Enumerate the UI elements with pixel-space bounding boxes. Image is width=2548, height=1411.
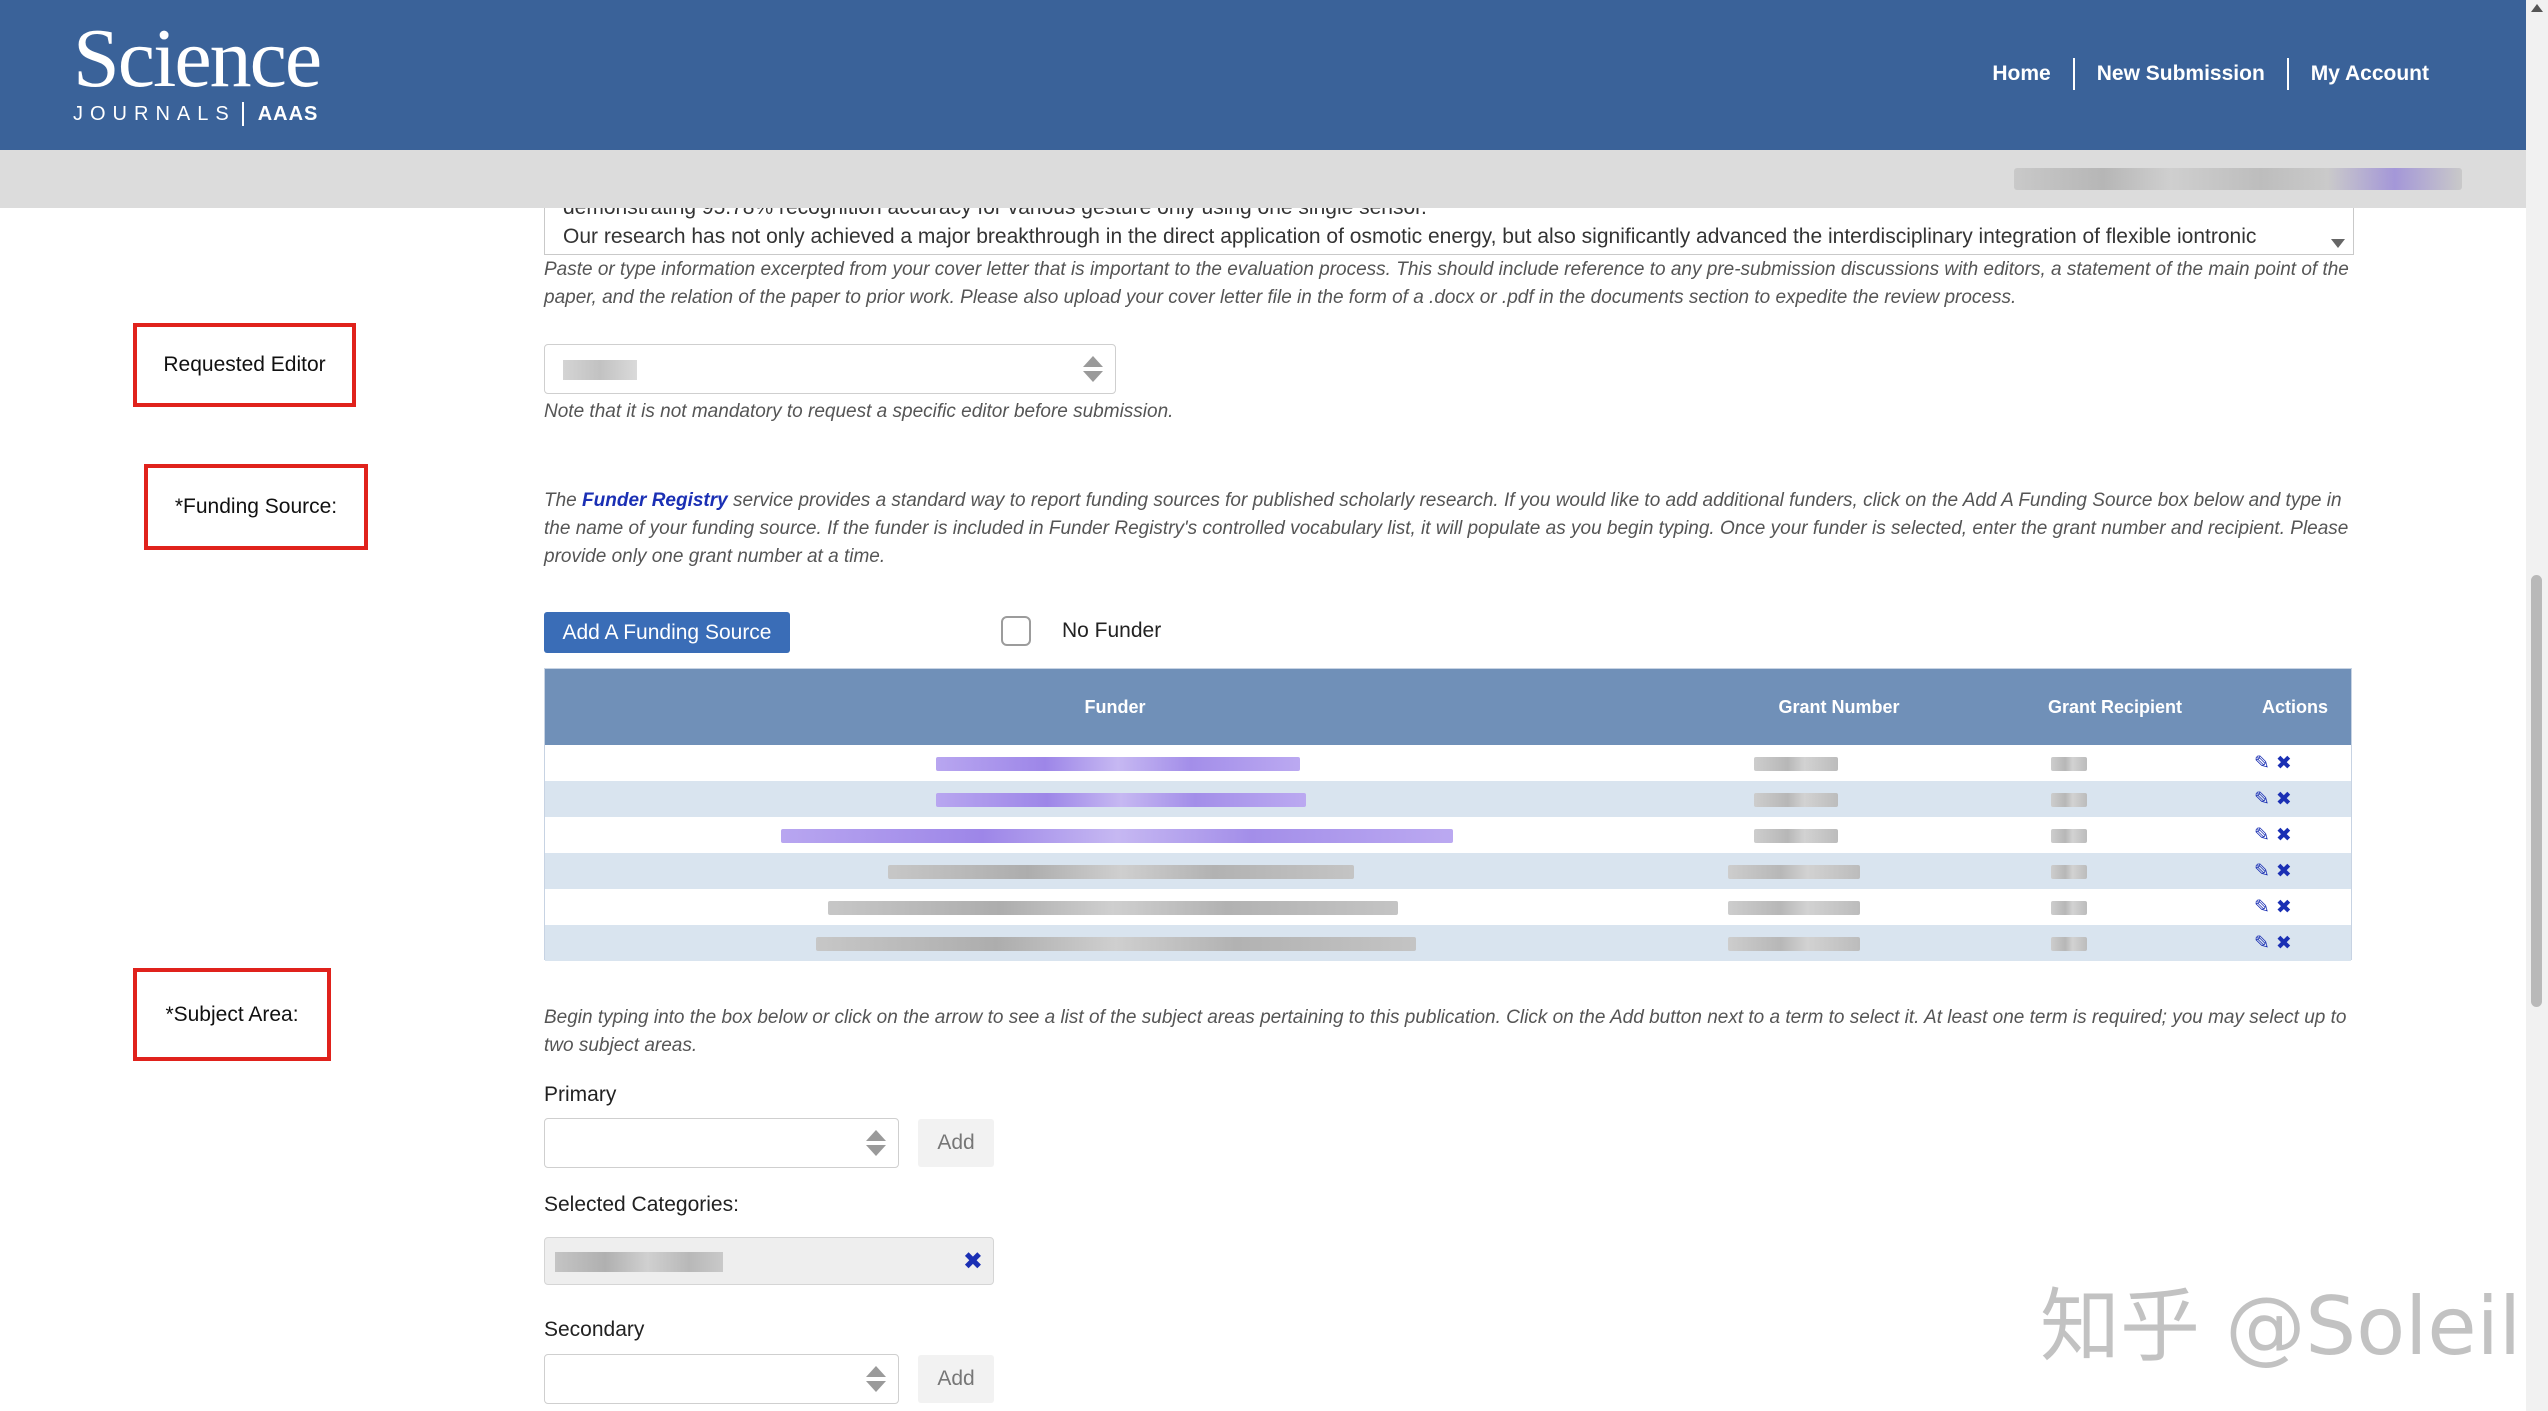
edit-icon[interactable]: ✎ [2254,862,2270,881]
redacted-funder-name[interactable] [781,829,1453,843]
logo-subtitle: JOURNALS AAAS [73,102,320,126]
scroll-up-arrow-icon[interactable] [2531,4,2543,12]
redacted-grant-recipient [2051,793,2087,807]
col-grant-recipient: Grant Recipient [2047,696,2183,717]
delete-x-icon[interactable]: ✖ [2276,898,2292,917]
funding-table-row: ✎ ✖ [545,889,2351,925]
col-grant-number: Grant Number [1778,696,1900,717]
redacted-grant-number [1754,793,1838,807]
redacted-grant-number [1754,757,1838,771]
subject-area-label: *Subject Area: [133,968,331,1061]
edit-icon[interactable]: ✎ [2254,934,2270,953]
redacted-user-info [2014,168,2462,190]
row-actions: ✎ ✖ [2254,925,2292,961]
logo-journals-text: JOURNALS [73,102,236,125]
selected-categories-label: Selected Categories: [544,1193,739,1216]
funding-source-label: *Funding Source: [144,464,368,550]
row-actions: ✎ ✖ [2254,853,2292,889]
col-funder: Funder [1084,696,1146,717]
edit-icon[interactable]: ✎ [2254,790,2270,809]
row-actions: ✎ ✖ [2254,817,2292,853]
funding-help: The Funder Registry service provides a s… [544,487,2356,571]
row-actions: ✎ ✖ [2254,781,2292,817]
cover-letter-line: Our research has not only achieved a maj… [563,225,2257,248]
scroll-thumb[interactable] [2531,575,2542,1007]
funding-table: Funder Grant Number Grant Recipient Acti… [544,668,2352,961]
nav-my-account-link[interactable]: My Account [2289,62,2451,86]
redacted-grant-number [1728,865,1860,879]
nav-new-submission-link[interactable]: New Submission [2075,62,2287,86]
secondary-label: Secondary [544,1318,645,1341]
remove-category-x-icon[interactable]: ✖ [963,1247,983,1276]
funding-table-row: ✎ ✖ [545,745,2351,781]
funding-table-row: ✎ ✖ [545,781,2351,817]
edit-icon[interactable]: ✎ [2254,898,2270,917]
secondary-add-button[interactable]: Add [918,1355,994,1403]
redacted-grant-number [1728,937,1860,951]
funding-help-suffix: service provides a standard way to repor… [544,490,2349,567]
row-actions: ✎ ✖ [2254,745,2292,781]
nav-home-link[interactable]: Home [1970,62,2072,86]
requested-editor-note: Note that it is not mandatory to request… [544,401,1174,422]
delete-x-icon[interactable]: ✖ [2276,934,2292,953]
edit-icon[interactable]: ✎ [2254,826,2270,845]
redacted-editor-value [563,360,637,380]
logo-aaas-text: AAAS [257,102,319,125]
add-funding-source-button[interactable]: Add A Funding Source [544,612,790,653]
requested-editor-select[interactable] [544,344,1116,394]
funding-table-row: ✎ ✖ [545,817,2351,853]
site-header: Science JOURNALS AAAS Home New Submissio… [0,0,2526,150]
col-actions: Actions [2261,696,2328,717]
delete-x-icon[interactable]: ✖ [2276,790,2292,809]
funding-table-body: ✎ ✖ ✎ ✖ ✎ ✖ ✎ ✖ ✎ ✖ ✎ ✖ [545,745,2351,961]
delete-x-icon[interactable]: ✖ [2276,862,2292,881]
funding-table-header: Funder Grant Number Grant Recipient Acti… [545,669,2351,745]
redacted-grant-recipient [2051,757,2087,771]
primary-subject-select[interactable] [544,1118,899,1168]
requested-editor-label: Requested Editor [133,323,356,407]
redacted-funder-name [828,901,1398,915]
redacted-funder-name[interactable] [936,757,1300,771]
funder-registry-link[interactable]: Funder Registry [582,490,728,511]
selected-category-chip: ✖ [544,1237,994,1285]
edit-icon[interactable]: ✎ [2254,754,2270,773]
page-scrollbar[interactable] [2526,0,2548,1411]
logo-divider [241,102,244,126]
redacted-funder-name [888,865,1354,879]
funding-table-row: ✎ ✖ [545,925,2351,961]
redacted-funder-name [816,937,1416,951]
science-journals-logo[interactable]: Science JOURNALS AAAS [73,12,322,126]
delete-x-icon[interactable]: ✖ [2276,826,2292,845]
primary-add-button[interactable]: Add [918,1119,994,1167]
textarea-scroll-down-icon[interactable] [2331,239,2345,248]
select-arrows-icon [1083,356,1103,382]
cover-letter-textarea[interactable]: demonstrating 95.78% recognition accurac… [544,208,2354,255]
cover-letter-line: demonstrating 95.78% recognition accurac… [563,208,1427,220]
secondary-subject-select[interactable] [544,1354,899,1404]
redacted-grant-number [1754,829,1838,843]
funding-table-row: ✎ ✖ [545,853,2351,889]
redacted-grant-recipient [2051,937,2087,951]
row-actions: ✎ ✖ [2254,889,2292,925]
no-funder-checkbox[interactable] [1001,616,1031,646]
delete-x-icon[interactable]: ✖ [2276,754,2292,773]
select-arrows-icon [866,1366,886,1392]
select-arrows-icon [866,1130,886,1156]
redacted-grant-recipient [2051,829,2087,843]
redacted-grant-recipient [2051,901,2087,915]
funding-help-prefix: The [544,490,583,511]
logo-science-text: Science [73,12,322,105]
user-info-bar [0,150,2526,208]
top-nav: Home New Submission My Account [1970,58,2451,90]
redacted-grant-number [1728,901,1860,915]
redacted-category-value [555,1252,723,1272]
primary-label: Primary [544,1083,617,1106]
redacted-grant-recipient [2051,865,2087,879]
cover-letter-help: Paste or type information excerpted from… [544,259,2349,308]
subject-area-help: Begin typing into the box below or click… [544,1007,2347,1056]
redacted-funder-name[interactable] [936,793,1306,807]
no-funder-label: No Funder [1062,619,1162,642]
zhihu-watermark: 知乎 @Soleil [2040,1280,2522,1373]
